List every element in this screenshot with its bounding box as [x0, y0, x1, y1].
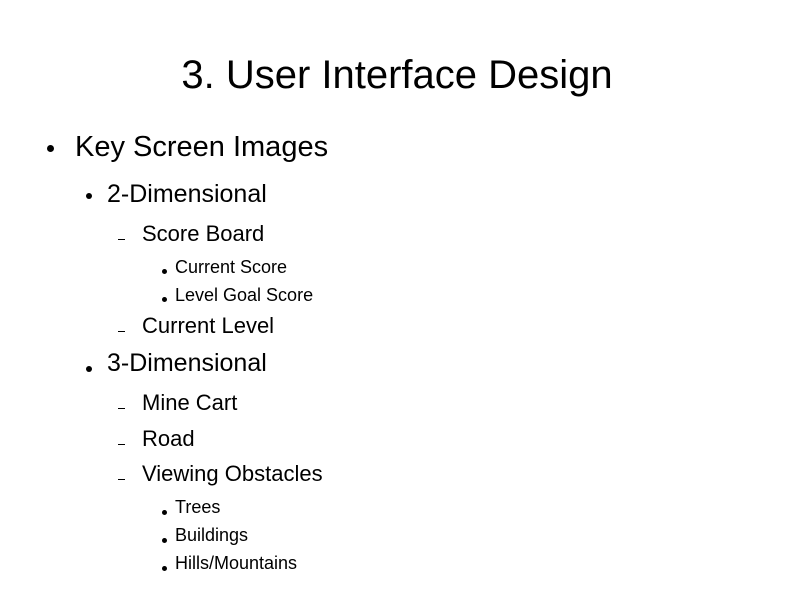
dash-icon: [118, 239, 125, 240]
bullet-icon: [162, 538, 167, 543]
item-current-level: Current Level: [142, 313, 275, 338]
section-2d: 2-Dimensional: [107, 180, 267, 208]
item-mine-cart: Mine Cart: [142, 390, 238, 415]
subitem-trees: Trees: [175, 497, 221, 517]
dash-icon: [118, 444, 125, 445]
bullet-icon: [162, 269, 167, 274]
item-score-board: Score Board: [142, 221, 265, 246]
subitem-level-goal-score: Level Goal Score: [175, 285, 314, 305]
bullet-icon: [86, 366, 92, 372]
item-road: Road: [142, 426, 195, 451]
bullet-icon: [162, 566, 167, 571]
subitem-hills-mountains: Hills/Mountains: [175, 553, 298, 573]
dash-icon: [118, 408, 125, 409]
bullet-icon: [47, 145, 54, 152]
bullet-icon: [86, 193, 92, 199]
subitem-buildings: Buildings: [175, 525, 249, 545]
heading-key-screen-images: Key Screen Images: [75, 131, 329, 163]
subitem-current-score: Current Score: [175, 257, 288, 277]
item-viewing-obstacles: Viewing Obstacles: [142, 461, 323, 486]
slide-title: 3. User Interface Design: [181, 53, 613, 97]
dash-icon: [118, 331, 125, 332]
dash-icon: [118, 479, 125, 480]
bullet-icon: [162, 297, 167, 302]
bullet-icon: [162, 510, 167, 515]
section-3d: 3-Dimensional: [107, 349, 267, 377]
